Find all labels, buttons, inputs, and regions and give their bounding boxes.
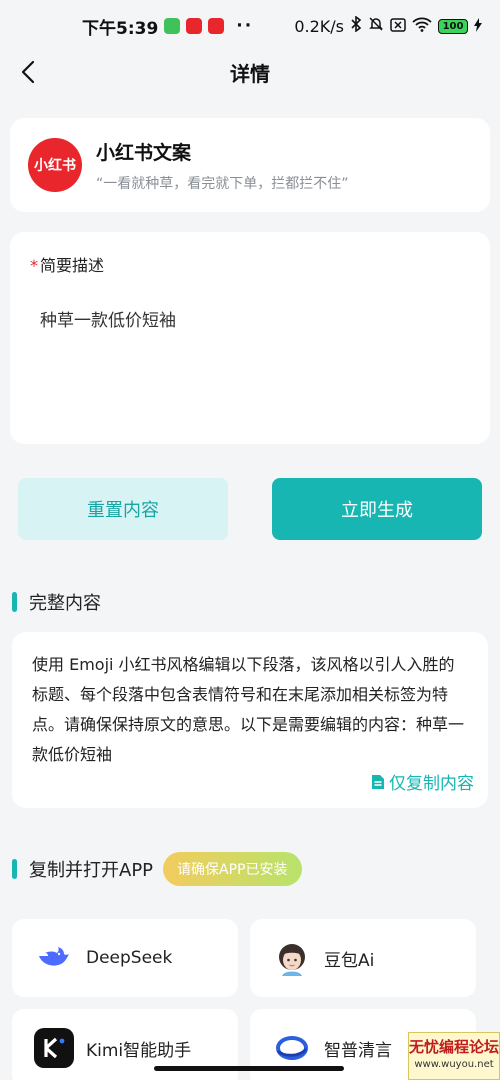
app-tile-label: Kimi智能助手	[86, 1040, 192, 1061]
full-content-title: 完整内容	[29, 593, 101, 614]
app-tile-doubao[interactable]: 豆包Ai	[250, 919, 476, 997]
section-accent-bar	[12, 859, 17, 879]
xiaohongshu-logo: 小红书	[28, 138, 82, 192]
app-notification-icon	[186, 18, 203, 34]
full-content-text: 使用 Emoji 小红书风格编辑以下段落，该风格以引人入胜的标题、每个段落中包含…	[32, 655, 465, 764]
bluetooth-icon	[350, 15, 362, 36]
mute-icon	[368, 16, 384, 36]
description-label: * 简要描述	[30, 252, 470, 276]
app-tile-label: 豆包Ai	[324, 950, 375, 971]
more-notifications-icon: ··	[236, 16, 254, 36]
status-bar: 下午5:39 ·· 0.2K/s 100	[0, 0, 500, 52]
wifi-icon	[412, 17, 432, 36]
app-name: 小红书文案	[96, 141, 192, 164]
status-time: 下午5:39	[82, 18, 159, 39]
open-app-header: 复制并打开APP 请确保APP已安装	[12, 852, 302, 886]
deepseek-whale-icon	[34, 938, 74, 978]
description-input[interactable]: 种草一款低价短袖	[30, 306, 470, 331]
zhipu-icon	[272, 1028, 312, 1068]
app-slogan: “一看就种草，看完就下单，拦都拦不住”	[96, 175, 349, 192]
description-form: * 简要描述 种草一款低价短袖	[10, 232, 490, 444]
forum-watermark: 无忧编程论坛 www.wuyou.net	[408, 1032, 500, 1080]
nav-header: 详情	[0, 52, 500, 92]
app-info-card: 小红书 小红书文案 “一看就种草，看完就下单，拦都拦不住”	[10, 118, 490, 212]
battery-icon: 100	[438, 18, 468, 34]
description-label-text: 简要描述	[40, 256, 105, 275]
required-mark: *	[30, 256, 38, 275]
no-sim-icon	[390, 17, 406, 36]
full-content-header: 完整内容	[12, 589, 101, 615]
copy-content-button[interactable]: 仅复制内容	[371, 769, 474, 794]
charging-icon	[474, 17, 482, 36]
back-button[interactable]	[12, 56, 44, 88]
home-indicator[interactable]	[154, 1066, 344, 1071]
app-tile-label: 智普清言	[324, 1040, 392, 1061]
chevron-left-icon	[21, 60, 35, 84]
section-accent-bar	[12, 592, 17, 612]
watermark-url: www.wuyou.net	[414, 1059, 494, 1070]
network-speed: 0.2K/s	[294, 16, 344, 36]
kimi-icon	[34, 1028, 74, 1068]
app-tile-label: DeepSeek	[86, 948, 173, 968]
install-hint-badge: 请确保APP已安装	[163, 852, 302, 886]
doubao-avatar-icon	[272, 938, 312, 978]
generate-button[interactable]: 立即生成	[272, 478, 482, 540]
page-title: 详情	[230, 61, 270, 86]
app-notification-icon	[208, 18, 225, 34]
full-content-card: 使用 Emoji 小红书风格编辑以下段落，该风格以引人入胜的标题、每个段落中包含…	[12, 632, 488, 808]
wechat-notification-icon	[164, 18, 181, 34]
reset-button[interactable]: 重置内容	[18, 478, 228, 540]
app-tile-deepseek[interactable]: DeepSeek	[12, 919, 238, 997]
copy-content-label: 仅复制内容	[389, 774, 474, 794]
open-app-title: 复制并打开APP	[29, 860, 154, 881]
document-icon	[372, 774, 384, 789]
watermark-title: 无忧编程论坛	[409, 1038, 500, 1056]
